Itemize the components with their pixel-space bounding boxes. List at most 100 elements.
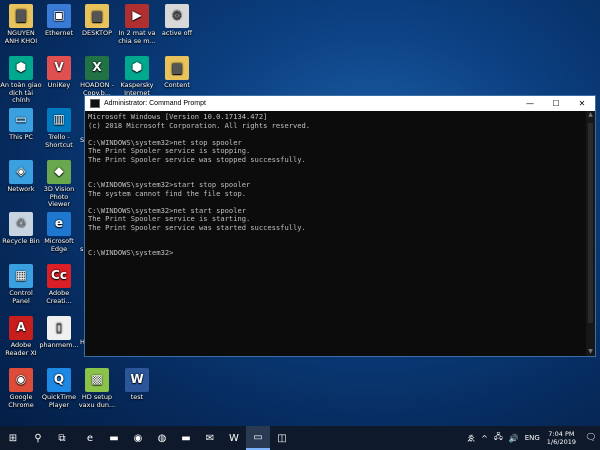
command-prompt-icon	[90, 99, 100, 108]
desktop-shortcut[interactable]: ◆ 3D Vision Photo Viewer	[38, 160, 80, 209]
this-pc-icon: ▭	[9, 108, 33, 132]
command-prompt-icon[interactable]: ▭	[246, 426, 270, 450]
command-prompt-window[interactable]: Administrator: Command Prompt — ☐ ✕ Micr…	[84, 95, 596, 357]
desktop-shortcut[interactable]: ⬢ Kaspersky Internet	[116, 56, 158, 97]
desktop-shortcut[interactable]: V UniKey	[38, 56, 80, 90]
video-file-icon: ▶	[125, 4, 149, 28]
clock-date: 1/6/2019	[546, 438, 576, 446]
windows-start-icon[interactable]: ⊞	[0, 426, 26, 450]
desktop-shortcut[interactable]: ▣ Ethernet	[38, 4, 80, 38]
scroll-up-icon[interactable]: ▲	[586, 111, 595, 119]
chrome-icon[interactable]: ◉	[126, 426, 150, 450]
recycle-bin-icon: ♲	[9, 212, 33, 236]
system-tray: ゑ ^ 🖧 🔊 ENG 7:04 PM 1/6/2019 🗨	[464, 426, 600, 450]
scroll-down-icon[interactable]: ▼	[586, 348, 595, 356]
console-line: The Print Spooler service was stopped su…	[88, 154, 306, 164]
maximize-button[interactable]: ☐	[543, 96, 569, 111]
desktop-shortcut[interactable]: ▶ In 2 mat va chia se m...	[116, 4, 158, 45]
clock[interactable]: 7:04 PM 1/6/2019	[547, 430, 576, 446]
desktop-shortcut-label: Control Panel	[9, 289, 33, 305]
word-icon[interactable]: W	[222, 426, 246, 450]
desktop-shortcut[interactable]: ▆ DESKTOP	[76, 4, 118, 38]
desktop-shortcut[interactable]: ⚙ active off	[156, 4, 198, 38]
folder-icon[interactable]: ▬	[174, 426, 198, 450]
desktop-shortcut[interactable]: Wtest	[116, 368, 158, 402]
network-icon: ◈	[9, 160, 33, 184]
trello-icon: ▥	[47, 108, 71, 132]
word-icon: W	[125, 368, 149, 392]
desktop-shortcut-label: Network	[7, 185, 35, 193]
console-output[interactable]: Microsoft Windows [Version 10.0.17134.47…	[85, 111, 595, 357]
desktop-shortcut-label: QuickTime Player	[41, 393, 77, 409]
desktop-shortcut-label: An toàn giao dịch tài chính	[0, 81, 42, 104]
desktop-shortcut-label: Google Chrome	[8, 393, 34, 409]
firefox-icon[interactable]: ◍	[150, 426, 174, 450]
notifications-icon[interactable]: 🗨	[582, 426, 600, 450]
desktop-shortcut-label: Ethernet	[45, 29, 73, 37]
adobe-reader-icon: A	[9, 316, 33, 340]
control-panel-icon: ▦	[9, 264, 33, 288]
desktop-shortcut[interactable]: ♲ Recycle Bin	[0, 212, 42, 246]
folder-icon: ▆	[85, 4, 109, 28]
volume-icon[interactable]: 🔊	[509, 434, 519, 443]
desktop-shortcut[interactable]: Cc Adobe Creati...	[38, 264, 80, 305]
desktop-shortcut[interactable]: ▭ This PC	[0, 108, 42, 142]
folder-icon: ▆	[165, 56, 189, 80]
document-icon: ▯	[47, 316, 71, 340]
excel-icon: X	[85, 56, 109, 80]
desktop-shortcut[interactable]: X HOADON - Copy.b...	[76, 56, 118, 97]
desktop-shortcut[interactable]: ▇ NGUYEN ANH KHOI	[0, 4, 42, 45]
ime-icon[interactable]: ゑ	[467, 433, 475, 444]
console-line: The system cannot find the file stop.	[88, 188, 247, 198]
adobe-cc-icon: Cc	[47, 264, 71, 288]
network-icon[interactable]: 🖧	[494, 431, 503, 445]
desktop-shortcut[interactable]: e Microsoft Edge	[38, 212, 80, 253]
desktop-shortcut-label: This PC	[9, 133, 33, 141]
desktop-shortcut-label: active off	[161, 29, 193, 37]
desktop-shortcut-label: Adobe Reader XI	[5, 341, 37, 357]
desktop-shortcut[interactable]: ▦ Control Panel	[0, 264, 42, 305]
desktop-shortcut-label: Microsoft Edge	[44, 237, 74, 253]
window-titlebar[interactable]: Administrator: Command Prompt — ☐ ✕	[85, 96, 595, 111]
kaspersky-icon: ⬢	[125, 56, 149, 80]
kaspersky-shield-icon: ⬢	[9, 56, 33, 80]
settings-file-icon: ⚙	[165, 4, 189, 28]
network-computer-icon: ▣	[47, 4, 71, 28]
desktop-shortcut[interactable]: ◉ Google Chrome	[0, 368, 42, 409]
3d-vision-icon: ◆	[47, 160, 71, 184]
file-explorer-icon[interactable]: ▬	[102, 426, 126, 450]
desktop-shortcut-label: phanmem...	[39, 341, 79, 349]
console-line: C:\WINDOWS\system32>	[88, 248, 174, 257]
search-icon[interactable]: ⚲	[26, 426, 50, 450]
minimize-button[interactable]: —	[517, 96, 543, 111]
desktop-shortcut-label: UniKey	[47, 81, 71, 89]
desktop-shortcut-label: Content	[164, 81, 190, 89]
chevron-up-icon[interactable]: ^	[481, 434, 488, 443]
app-icon[interactable]: ◫	[270, 426, 294, 450]
mail-icon[interactable]: ✉	[198, 426, 222, 450]
language-indicator[interactable]: ENG	[525, 434, 540, 442]
desktop-shortcut-label: HD setup vaxu dun...	[78, 393, 116, 409]
scrollbar[interactable]: ▲ ▼	[586, 111, 595, 356]
desktop-shortcut[interactable]: Q QuickTime Player	[38, 368, 80, 409]
close-button[interactable]: ✕	[569, 96, 595, 111]
window-title: Administrator: Command Prompt	[104, 100, 206, 107]
desktop-shortcut[interactable]: ▯ phanmem...	[38, 316, 80, 350]
desktop-shortcut[interactable]: ▆ Content	[156, 56, 198, 90]
scrollbar-thumb[interactable]	[588, 123, 593, 323]
desktop-shortcut[interactable]: ⬢ An toàn giao dịch tài chính	[0, 56, 42, 105]
desktop-shortcut-label: Adobe Creati...	[46, 289, 72, 305]
task-view-icon[interactable]: ⧉	[50, 426, 74, 450]
edge-icon[interactable]: e	[78, 426, 102, 450]
user-folder-icon: ▇	[9, 4, 33, 28]
clock-time: 7:04 PM	[548, 430, 575, 438]
desktop-shortcut[interactable]: ▩ HD setup vaxu dun...	[76, 368, 118, 409]
desktop-shortcut-label: test	[130, 393, 144, 401]
desktop-shortcut[interactable]: ◈ Network	[0, 160, 42, 194]
desktop-shortcut[interactable]: A Adobe Reader XI	[0, 316, 42, 357]
unikey-icon: V	[47, 56, 71, 80]
desktop-shortcut[interactable]: ▥ Trello - Shortcut	[38, 108, 80, 149]
quicktime-icon: Q	[47, 368, 71, 392]
